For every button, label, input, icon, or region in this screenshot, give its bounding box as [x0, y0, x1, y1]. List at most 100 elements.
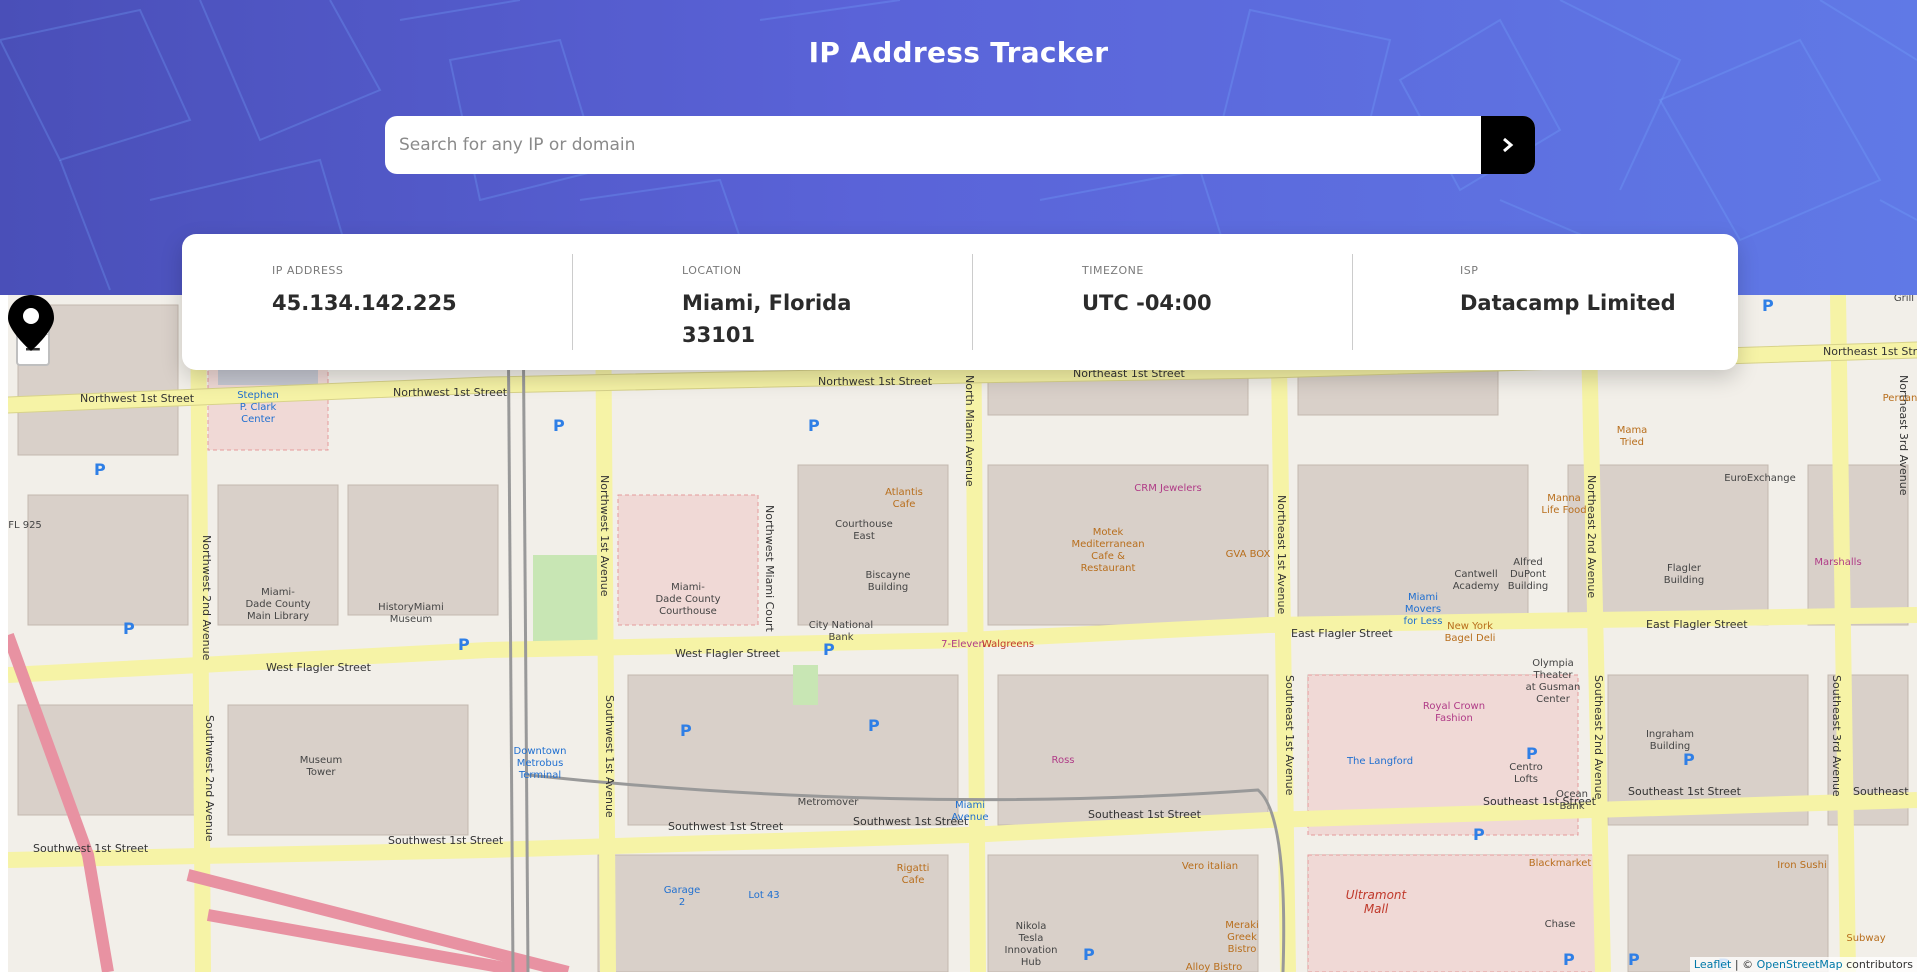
svg-text:North Miami Avenue: North Miami Avenue	[963, 375, 976, 487]
svg-text:Southwest 1st Street: Southwest 1st Street	[668, 820, 784, 833]
location-label: LOCATION	[682, 264, 742, 277]
svg-text:Chase: Chase	[1545, 919, 1576, 930]
location-section: LOCATION Miami, Florida 33101	[572, 234, 972, 370]
svg-text:DuPont: DuPont	[1510, 569, 1546, 580]
svg-text:Northeast 1st Street: Northeast 1st Street	[1823, 345, 1917, 358]
svg-text:Rigatti: Rigatti	[897, 863, 930, 874]
svg-text:Nikola: Nikola	[1016, 921, 1047, 932]
svg-text:Building: Building	[1664, 575, 1705, 586]
svg-text:Mama: Mama	[1617, 425, 1648, 436]
svg-text:Southeast: Southeast	[1853, 785, 1909, 798]
ip-value: 45.134.142.225	[272, 291, 457, 315]
svg-text:Cantwell: Cantwell	[1454, 569, 1497, 580]
svg-text:Southeast 1st Street: Southeast 1st Street	[1088, 808, 1202, 821]
osm-link[interactable]: OpenStreetMap	[1757, 958, 1843, 971]
svg-text:Grill: Grill	[1894, 295, 1914, 304]
timezone-label: TIMEZONE	[1082, 264, 1144, 277]
svg-text:Motek: Motek	[1093, 527, 1124, 538]
search-input[interactable]	[385, 116, 1481, 174]
svg-text:Ultramont: Ultramont	[1346, 888, 1408, 902]
svg-text:Manna: Manna	[1547, 493, 1581, 504]
svg-text:Courthouse: Courthouse	[835, 519, 893, 530]
svg-text:West Flagler Street: West Flagler Street	[675, 647, 781, 660]
svg-text:FL 925: FL 925	[8, 520, 42, 531]
svg-text:Theater: Theater	[1533, 670, 1574, 681]
svg-text:2: 2	[679, 897, 685, 908]
svg-text:P: P	[680, 721, 692, 740]
svg-text:for Less: for Less	[1404, 616, 1443, 627]
svg-text:P: P	[1563, 950, 1575, 969]
svg-text:P: P	[1526, 744, 1538, 763]
svg-text:Bank: Bank	[1559, 801, 1584, 812]
svg-text:Meraki: Meraki	[1225, 920, 1259, 931]
svg-text:Museum: Museum	[390, 614, 432, 625]
svg-text:Metromover: Metromover	[798, 797, 860, 808]
svg-text:Cafe &: Cafe &	[1091, 551, 1125, 562]
svg-text:Northwest 1st Street: Northwest 1st Street	[393, 386, 508, 399]
svg-text:Building: Building	[1508, 581, 1549, 592]
svg-text:Northwest 1st Avenue: Northwest 1st Avenue	[598, 475, 611, 597]
svg-text:Tower: Tower	[306, 767, 337, 778]
svg-text:Life Food: Life Food	[1541, 505, 1586, 516]
svg-text:The Langford: The Langford	[1346, 756, 1413, 767]
svg-text:Southeast 1st Avenue: Southeast 1st Avenue	[1283, 675, 1296, 796]
svg-text:Academy: Academy	[1453, 581, 1500, 592]
svg-text:Southeast 1st Street: Southeast 1st Street	[1628, 785, 1742, 798]
svg-text:P: P	[1683, 750, 1695, 769]
svg-text:EuroExchange: EuroExchange	[1724, 473, 1796, 484]
svg-text:Lofts: Lofts	[1514, 774, 1538, 785]
leaflet-link[interactable]: Leaflet	[1694, 958, 1731, 971]
svg-text:P: P	[868, 716, 880, 735]
isp-label: ISP	[1460, 264, 1479, 277]
svg-text:Flagler: Flagler	[1667, 563, 1702, 574]
svg-text:P: P	[553, 416, 565, 435]
svg-text:Blackmarket: Blackmarket	[1529, 858, 1592, 869]
search-submit-button[interactable]	[1481, 116, 1535, 174]
svg-text:Mall: Mall	[1364, 902, 1389, 916]
svg-text:Ross: Ross	[1051, 755, 1074, 766]
svg-text:Restaurant: Restaurant	[1081, 563, 1136, 574]
svg-text:Peruan: Peruan	[1883, 393, 1917, 404]
svg-text:Hub: Hub	[1021, 957, 1041, 968]
svg-text:CRM Jewelers: CRM Jewelers	[1134, 483, 1201, 494]
svg-text:Miami-: Miami-	[261, 587, 295, 598]
chevron-right-icon	[1503, 137, 1514, 153]
svg-text:Greek: Greek	[1227, 932, 1257, 943]
svg-text:Innovation: Innovation	[1005, 945, 1058, 956]
svg-text:Subway: Subway	[1846, 933, 1885, 944]
svg-text:at Gusman: at Gusman	[1526, 682, 1581, 693]
svg-text:Center: Center	[241, 414, 276, 425]
svg-text:Tried: Tried	[1619, 437, 1644, 448]
svg-text:P: P	[1083, 945, 1095, 964]
svg-text:Northwest 1st Street: Northwest 1st Street	[818, 375, 933, 388]
svg-text:Building: Building	[868, 582, 909, 593]
svg-text:P: P	[94, 460, 106, 479]
map[interactable]: Northwest 1st Street Northwest 1st Stree…	[8, 295, 1917, 972]
location-marker-icon[interactable]	[8, 295, 54, 351]
isp-value: Datacamp Limited	[1460, 291, 1676, 315]
timezone-section: TIMEZONE UTC -04:00	[972, 234, 1352, 370]
timezone-value: UTC -04:00	[1082, 291, 1212, 315]
svg-text:Movers: Movers	[1405, 604, 1441, 615]
svg-text:Alloy Bistro: Alloy Bistro	[1186, 962, 1242, 972]
svg-text:Ingraham: Ingraham	[1646, 729, 1694, 740]
svg-text:Southwest 1st Avenue: Southwest 1st Avenue	[603, 695, 616, 818]
svg-text:Terminal: Terminal	[518, 770, 561, 781]
svg-text:Bistro: Bistro	[1228, 944, 1257, 955]
svg-text:Courthouse: Courthouse	[659, 606, 717, 617]
svg-text:P: P	[823, 640, 835, 659]
svg-text:Iron Sushi: Iron Sushi	[1777, 860, 1827, 871]
svg-text:Alfred: Alfred	[1513, 557, 1543, 568]
svg-text:P: P	[1473, 825, 1485, 844]
svg-text:Museum: Museum	[300, 755, 342, 766]
svg-text:Walgreens: Walgreens	[982, 639, 1034, 650]
svg-text:East Flagler Street: East Flagler Street	[1646, 618, 1748, 631]
svg-text:Dade County: Dade County	[245, 599, 310, 610]
svg-text:Northeast 1st Avenue: Northeast 1st Avenue	[1275, 495, 1288, 614]
svg-text:GVA BOX: GVA BOX	[1226, 549, 1271, 560]
svg-text:Vero italian: Vero italian	[1182, 861, 1238, 872]
svg-text:Dade County: Dade County	[655, 594, 720, 605]
svg-text:Cafe: Cafe	[893, 499, 916, 510]
map-tiles: Northwest 1st Street Northwest 1st Stree…	[8, 295, 1917, 972]
svg-text:Miami-: Miami-	[671, 582, 705, 593]
